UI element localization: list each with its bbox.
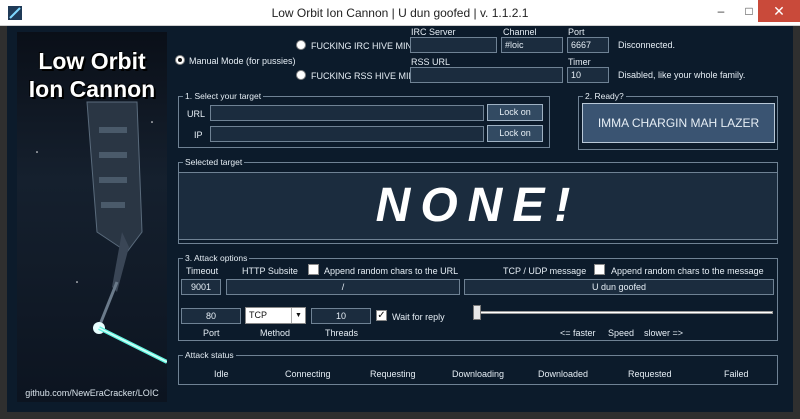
attack-options-title: 3. Attack options <box>183 253 250 263</box>
logo-line-2: Ion Cannon <box>28 76 156 102</box>
irc-mode-label: FUCKING IRC HIVE MIND <box>311 41 419 51</box>
status-requesting: Requesting <box>370 369 416 379</box>
selected-target-title: Selected target <box>183 157 245 167</box>
url-input[interactable] <box>210 105 484 121</box>
lock-on-url-button[interactable]: Lock on <box>487 104 543 121</box>
chevron-down-icon: ▼ <box>291 308 305 323</box>
title-bar: Low Orbit Ion Cannon | U dun goofed | v.… <box>0 0 800 26</box>
rss-url-input[interactable] <box>410 67 563 83</box>
select-target-title: 1. Select your target <box>183 91 264 101</box>
lock-on-ip-button[interactable]: Lock on <box>487 125 543 142</box>
append-message-checkbox[interactable] <box>594 264 605 275</box>
irc-mode-radio[interactable] <box>296 40 306 50</box>
append-url-checkbox[interactable] <box>308 264 319 275</box>
window-title: Low Orbit Ion Cannon | U dun goofed | v.… <box>271 6 529 20</box>
ready-title: 2. Ready? <box>583 91 626 101</box>
manual-mode-label: Manual Mode (for pussies) <box>189 56 296 66</box>
close-button[interactable]: ✕ <box>758 0 800 22</box>
append-url-label: Append random chars to the URL <box>324 266 459 276</box>
rss-mode-radio[interactable] <box>296 70 306 80</box>
ip-input[interactable] <box>210 126 484 142</box>
append-message-label: Append random chars to the message <box>611 266 764 276</box>
rss-url-label: RSS URL <box>411 57 451 67</box>
rss-status-text: Disabled, like your whole family. <box>618 70 746 80</box>
wait-for-reply-checkbox[interactable]: ✓ <box>376 310 387 321</box>
wait-for-reply-label: Wait for reply <box>392 312 445 322</box>
threads-input[interactable]: 10 <box>311 308 371 324</box>
irc-server-label: IRC Server <box>411 27 456 37</box>
ip-label: IP <box>194 130 203 140</box>
timer-input[interactable]: 10 <box>567 67 609 83</box>
url-label: URL <box>187 109 206 119</box>
logo-line-1: Low Orbit <box>38 48 146 74</box>
irc-server-input[interactable] <box>410 37 497 53</box>
status-downloading: Downloading <box>452 369 505 379</box>
method-select[interactable]: TCP ▼ <box>245 307 306 324</box>
status-idle: Idle <box>214 369 229 379</box>
manual-mode-radio[interactable] <box>175 55 185 65</box>
rss-mode-label: FUCKING RSS HIVE MIND <box>311 71 422 81</box>
status-requested: Requested <box>628 369 672 379</box>
attack-status-title: Attack status <box>183 350 236 360</box>
channel-label: Channel <box>503 27 537 37</box>
github-link[interactable]: github.com/NewEraCracker/LOIC <box>17 388 167 398</box>
threads-caption: Threads <box>325 328 359 338</box>
timer-label: Timer <box>568 57 591 67</box>
irc-port-label: Port <box>568 27 585 37</box>
speed-slider-track[interactable] <box>477 311 773 314</box>
timeout-label: Timeout <box>186 266 219 276</box>
minimize-button[interactable]: – <box>707 0 735 22</box>
http-subsite-label: HTTP Subsite <box>242 266 298 276</box>
port-input[interactable]: 80 <box>181 308 241 324</box>
method-select-value: TCP <box>249 310 267 320</box>
status-failed: Failed <box>724 369 749 379</box>
tcp-udp-message-label: TCP / UDP message <box>503 266 587 276</box>
timeout-input[interactable]: 9001 <box>181 279 221 295</box>
tcp-udp-message-input[interactable]: U dun goofed <box>464 279 774 295</box>
selected-target-value: NONE! <box>178 172 778 240</box>
port-caption: Port <box>203 328 220 338</box>
speed-label: Speed <box>608 328 635 338</box>
speed-slower-label: slower => <box>644 328 684 338</box>
irc-port-input[interactable]: 6667 <box>567 37 609 53</box>
channel-input[interactable]: #loic <box>501 37 563 53</box>
speed-slider-thumb[interactable] <box>473 305 481 320</box>
irc-status-text: Disconnected. <box>618 40 676 50</box>
http-subsite-input[interactable]: / <box>226 279 460 295</box>
status-downloaded: Downloaded <box>538 369 589 379</box>
loic-logo-image: Low Orbit Ion Cannon <box>17 32 167 402</box>
method-caption: Method <box>260 328 291 338</box>
status-connecting: Connecting <box>285 369 331 379</box>
speed-faster-label: <= faster <box>560 328 596 338</box>
fire-button[interactable]: IMMA CHARGIN MAH LAZER <box>582 103 775 143</box>
